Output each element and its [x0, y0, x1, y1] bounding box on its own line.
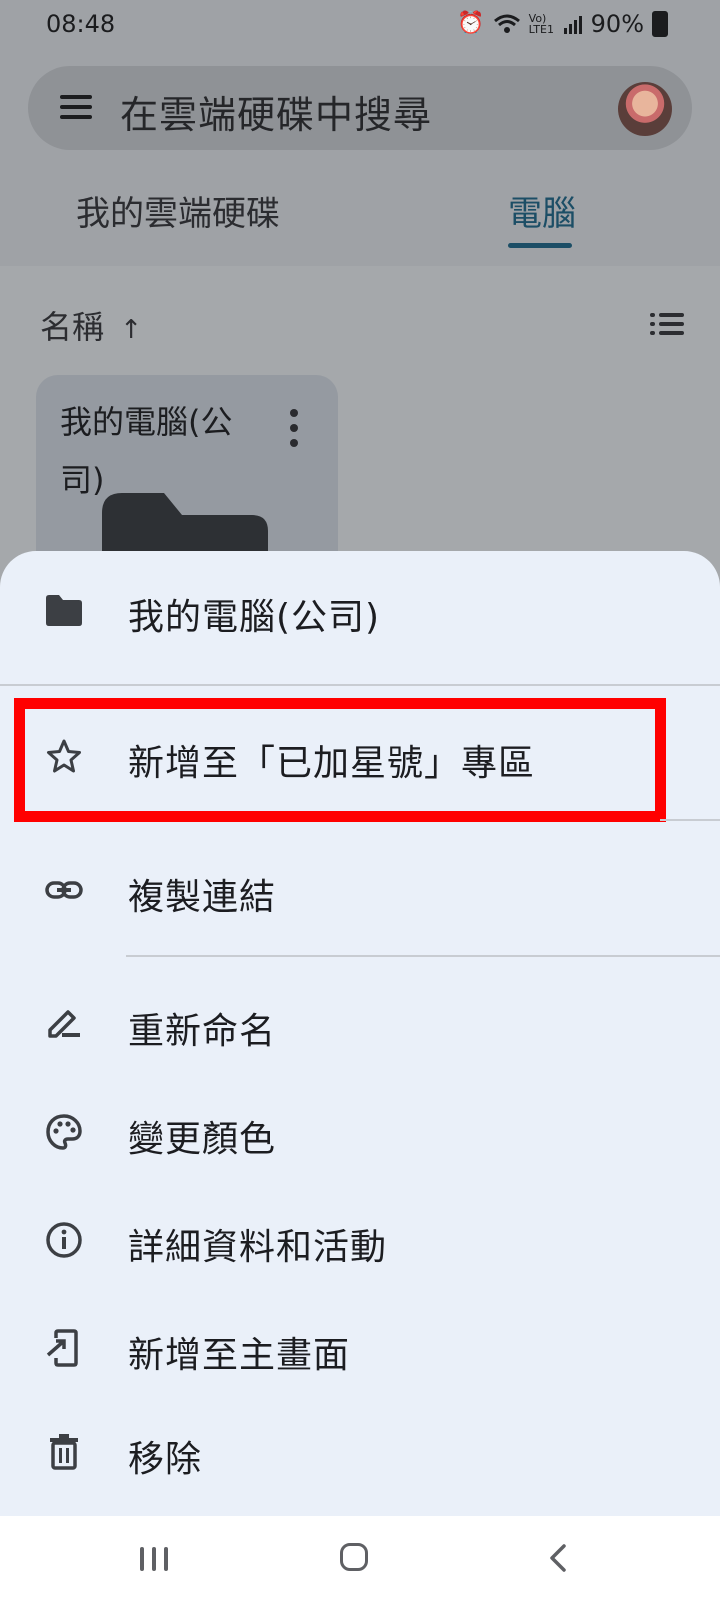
status-bar: 08:48 ⏰ Vo) LTE1 90% — [0, 0, 720, 52]
battery-percent: 90% — [590, 10, 644, 38]
battery-icon — [652, 11, 668, 37]
menu-item-label: 重新命名 — [128, 1011, 277, 1052]
menu-item-details-activity[interactable]: 詳細資料和活動 — [0, 1190, 720, 1290]
edit-icon — [48, 1010, 80, 1038]
menu-item-rename[interactable]: 重新命名 — [0, 974, 720, 1074]
divider — [0, 684, 720, 686]
link-icon — [45, 881, 83, 899]
add-to-home-screen-icon — [46, 1329, 78, 1367]
folder-card-title: 我的電腦(公司) — [60, 403, 233, 499]
highlight-box — [14, 698, 666, 822]
more-vert-icon[interactable] — [290, 409, 298, 447]
sheet-header: 我的電腦(公司) — [0, 564, 720, 664]
divider — [660, 819, 720, 821]
folder-icon — [46, 595, 82, 626]
search-placeholder[interactable]: 在雲端硬碟中搜尋 — [120, 84, 432, 139]
back-icon[interactable] — [548, 1543, 568, 1573]
account-avatar[interactable] — [618, 82, 672, 136]
menu-item-change-color[interactable]: 變更顏色 — [0, 1082, 720, 1182]
network-label: Vo) LTE1 — [528, 12, 554, 36]
trash-icon — [50, 1434, 78, 1470]
info-icon — [46, 1222, 82, 1258]
tab-computers[interactable]: 電腦 — [508, 186, 576, 235]
status-icons: ⏰ Vo) LTE1 90% — [457, 10, 668, 38]
sort-control[interactable]: 名稱 ↑ — [40, 302, 142, 348]
tab-my-drive[interactable]: 我的雲端硬碟 — [76, 186, 280, 235]
tab-selected-indicator — [508, 243, 572, 248]
menu-item-label: 移除 — [128, 1439, 203, 1480]
menu-item-remove[interactable]: 移除 — [0, 1402, 720, 1502]
list-view-icon[interactable] — [650, 313, 684, 335]
menu-icon[interactable] — [60, 95, 92, 119]
palette-icon — [46, 1114, 82, 1150]
wifi-icon — [493, 14, 520, 33]
home-icon[interactable] — [340, 1543, 368, 1571]
menu-item-add-to-home[interactable]: 新增至主畫面 — [0, 1298, 720, 1398]
menu-item-label: 複製連結 — [128, 877, 277, 918]
alarm-icon: ⏰ — [457, 11, 485, 36]
divider — [126, 955, 720, 957]
arrow-up-icon: ↑ — [120, 315, 142, 345]
recents-icon[interactable] — [140, 1547, 168, 1571]
menu-item-label: 變更顏色 — [128, 1119, 277, 1160]
sort-label: 名稱 — [40, 308, 105, 346]
signal-icon — [563, 16, 582, 34]
menu-item-copy-link[interactable]: 複製連結 — [0, 840, 720, 940]
menu-item-label: 詳細資料和活動 — [128, 1227, 388, 1268]
sheet-title: 我的電腦(公司) — [128, 597, 381, 638]
folder-card[interactable]: 我的電腦(公司) — [36, 375, 338, 575]
status-time: 08:48 — [46, 10, 116, 38]
menu-item-label: 新增至主畫面 — [128, 1335, 351, 1376]
